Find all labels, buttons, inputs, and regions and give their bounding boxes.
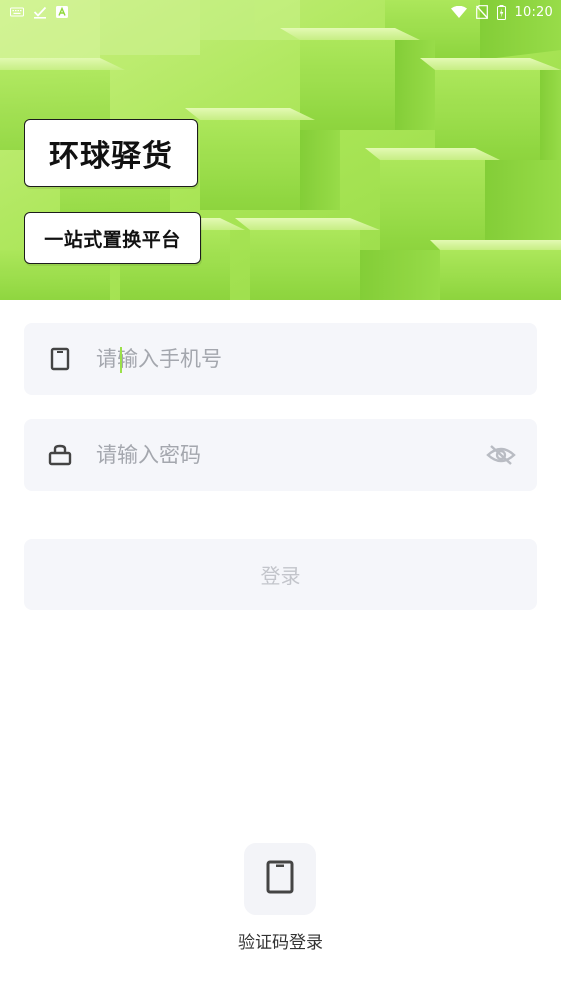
hero-banner: 10:20 环球驿货 一站式置换平台	[0, 0, 561, 300]
eye-off-icon[interactable]	[485, 439, 517, 471]
no-sim-icon	[475, 5, 488, 19]
phone-icon	[266, 860, 294, 898]
app-title-badge: 环球驿货	[24, 119, 198, 187]
sms-login-label[interactable]: 验证码登录	[0, 928, 561, 953]
keyboard-icon	[10, 7, 24, 17]
sms-login-button[interactable]	[244, 843, 316, 915]
app-subtitle-badge: 一站式置换平台	[24, 212, 201, 264]
check-download-icon	[33, 6, 47, 19]
phone-icon	[48, 347, 72, 371]
battery-icon	[496, 4, 506, 20]
wifi-icon	[450, 6, 467, 18]
status-time: 10:20	[514, 4, 553, 20]
phone-input[interactable]	[96, 323, 537, 395]
status-bar: 10:20	[0, 0, 561, 24]
lock-icon	[48, 443, 72, 467]
login-button[interactable]: 登录	[24, 539, 537, 610]
password-input[interactable]	[96, 419, 485, 491]
text-cursor	[120, 347, 122, 373]
password-field[interactable]	[24, 419, 537, 491]
app-a-icon	[56, 6, 68, 18]
phone-field[interactable]	[24, 323, 537, 395]
